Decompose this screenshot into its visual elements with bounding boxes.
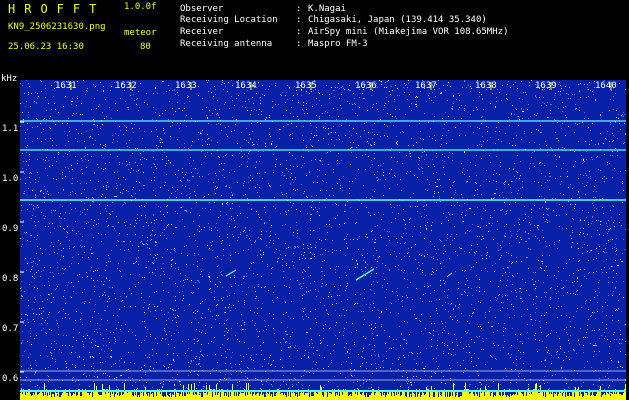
y-tick-0-7: 0.7: [2, 324, 19, 334]
observer-label: Observer: [180, 4, 224, 14]
meteor-count: 80: [140, 42, 151, 52]
y-tick-1-1: 1.1: [2, 124, 19, 134]
version-label: 1.0.0f: [124, 2, 157, 12]
y-tick-0-8: 0.8: [2, 274, 19, 284]
antenna-colon: :: [296, 39, 302, 49]
y-tick-1-0: 1.0: [2, 174, 19, 184]
app-title: HROFFT: [8, 2, 106, 16]
x-tick-1640: 1640: [595, 81, 617, 91]
meteor-label: meteor: [124, 28, 157, 38]
antenna-label: Receiving antenna: [180, 39, 273, 49]
receiver-label: Receiver: [180, 27, 224, 37]
location-colon: :: [296, 15, 302, 25]
x-tick-1635: 1635: [295, 81, 317, 91]
y-tick-0-6: 0.6: [2, 374, 19, 384]
observer-value: K.Nagai: [308, 4, 346, 14]
spectrogram[interactable]: [20, 80, 626, 400]
meteor-echo: [355, 268, 375, 281]
spectrogram-canvas: [20, 80, 626, 400]
x-tick-1632: 1632: [115, 81, 137, 91]
x-tick-1637: 1637: [415, 81, 437, 91]
datetime-label: 25.06.23 16:30: [8, 42, 84, 52]
y-tick-0-9: 0.9: [2, 224, 19, 234]
noise-layer: [20, 80, 626, 400]
meteor-echo: [447, 272, 453, 277]
antenna-value: Maspro FM-3: [308, 39, 368, 49]
receiver-colon: :: [296, 27, 302, 37]
x-tick-1634: 1634: [235, 81, 257, 91]
x-tick-1639: 1639: [535, 81, 557, 91]
x-tick-1631: 1631: [55, 81, 77, 91]
unit-label: kHz: [1, 74, 18, 84]
x-tick-1636: 1636: [355, 81, 377, 91]
x-tick-1633: 1633: [175, 81, 197, 91]
location-value: Chigasaki, Japan (139.414 35.340): [308, 15, 487, 25]
observer-colon: :: [296, 4, 302, 14]
filename-label: KN9_2506231630.png: [8, 22, 106, 32]
location-label: Receiving Location: [180, 15, 278, 25]
receiver-value: AirSpy mini (Miakejima VOR 108.65MHz): [308, 27, 509, 37]
x-tick-1638: 1638: [475, 81, 497, 91]
